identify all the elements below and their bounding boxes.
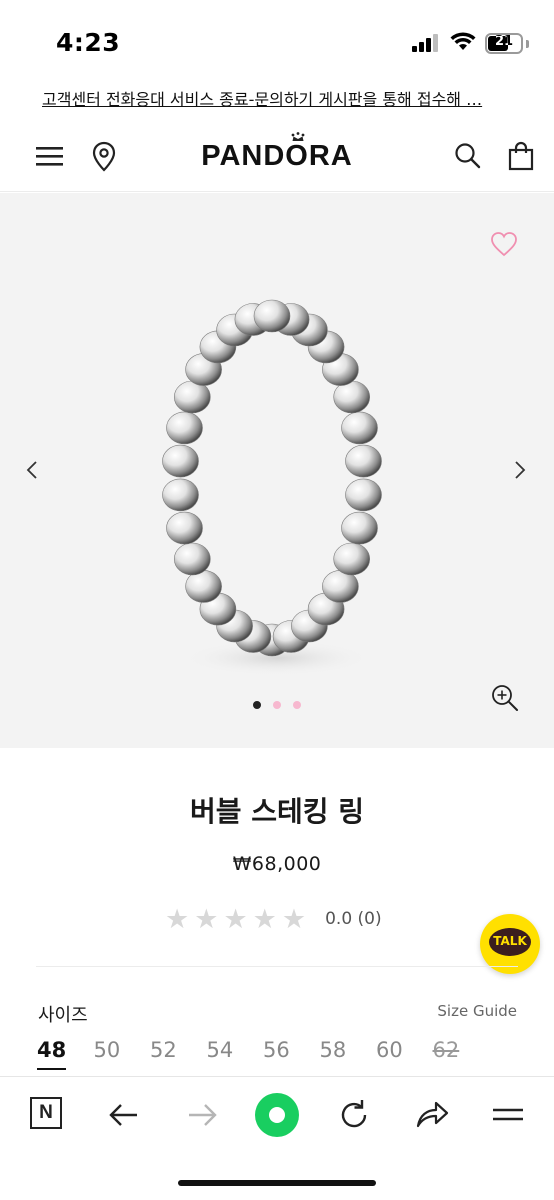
status-bar: 4:23 21 [0,0,554,80]
size-option-60[interactable]: 60 [376,1038,403,1062]
size-option-54[interactable]: 54 [207,1038,234,1062]
star-icon: ★ [223,903,248,935]
ring-bead [173,542,211,576]
size-option-56[interactable]: 56 [263,1038,290,1062]
home-indicator [178,1180,376,1186]
slide-dot[interactable] [273,701,281,709]
slide-dot[interactable] [293,701,301,709]
size-option-52[interactable]: 52 [150,1038,177,1062]
heart-icon[interactable] [490,231,518,257]
ring-bead [166,511,203,545]
share-icon[interactable] [414,1097,450,1133]
site-header: PANDORA [0,120,554,192]
size-option-62[interactable]: 62 [433,1038,460,1062]
ring-bead [341,411,378,445]
slide-dot[interactable] [253,701,261,709]
kakao-talk-button[interactable]: TALK [480,914,540,974]
ring-bead [166,411,203,445]
ring-bead [333,542,370,576]
battery-cap [526,40,529,48]
size-option-58[interactable]: 58 [320,1038,347,1062]
shopping-bag-icon[interactable] [505,140,537,172]
product-gallery[interactable] [0,193,554,748]
notice-banner[interactable]: 고객센터 전화응대 서비스 종료-문의하기 게시판을 통해 접수해 … [42,86,512,110]
ring-bead [162,444,199,478]
refresh-icon[interactable] [336,1097,372,1133]
back-arrow-icon[interactable] [106,1097,142,1133]
size-label: 사이즈 [38,1005,88,1026]
ring-bead [253,299,291,333]
search-icon[interactable] [452,140,484,172]
product-rating[interactable]: ★ ★ ★ ★ ★ 0.0 (0) [165,904,382,934]
slide-dots[interactable] [0,701,554,709]
forward-arrow-icon[interactable] [184,1097,220,1133]
chevron-left-icon[interactable] [24,458,40,482]
battery-level: 21 [494,34,514,49]
green-dot-button[interactable] [255,1093,299,1137]
status-time: 4:23 [56,28,121,57]
ring-bead [162,478,199,512]
product-price: ₩68,000 [232,853,322,875]
chevron-right-icon[interactable] [512,458,528,482]
zoom-in-icon[interactable] [490,683,520,713]
divider [36,966,518,967]
star-icon: ★ [252,903,277,935]
crown-icon [291,132,305,141]
green-dot-inner [269,1107,285,1123]
star-icon: ★ [165,903,190,935]
size-option-48[interactable]: 48 [37,1038,67,1070]
ring-bead [345,478,382,512]
menu-lines-icon[interactable] [490,1097,526,1133]
product-title: 버블 스테킹 링 [189,795,365,828]
product-image [162,299,382,676]
star-icon: ★ [281,903,307,935]
battery-icon: 21 [485,33,523,54]
notice-text[interactable]: 고객센터 전화응대 서비스 종료-문의하기 게시판을 통해 접수해 … [42,90,482,109]
kakao-talk-label: TALK [493,934,527,948]
wifi-icon [450,32,476,50]
naver-home-icon[interactable]: N [30,1097,62,1129]
size-guide-link[interactable]: Size Guide [437,1002,517,1020]
rating-text: 0.0 (0) [325,909,382,929]
signal-icon [412,34,440,52]
ring-bead [345,444,382,478]
size-option-50[interactable]: 50 [94,1038,121,1062]
star-icon: ★ [194,903,219,935]
ring-bead [341,511,378,545]
